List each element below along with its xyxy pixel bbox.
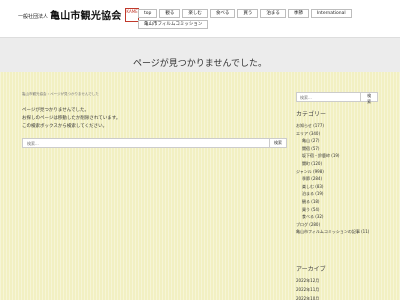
category-list: お知らせ (177) エリア (340) 亀山 (27) 関宿 (57) 坂下宿・鈴鹿峠… [296, 122, 369, 236]
main-search-button[interactable]: 検索 [270, 138, 287, 148]
main-nav: top 観る 楽しむ 食べる 買う 泊まる 季節 International [138, 9, 354, 18]
sidebar-search-input[interactable] [296, 92, 362, 102]
message-line: お探しのページは移動したか削除されています。 [22, 116, 121, 121]
nav-item-row1-2[interactable]: 楽しむ [182, 9, 208, 18]
sidebar-search-form: 検索 [296, 92, 378, 104]
nav-item-row1-6[interactable]: 季節 [287, 9, 309, 18]
category-item[interactable]: 観る (18) [296, 198, 369, 206]
org-type-label: 一般社団法人 [18, 13, 49, 20]
message-line: この検索ボックスから検索してください。 [22, 124, 108, 129]
nav-item-row2-0[interactable]: 亀山市フィルムコミッション [138, 20, 209, 29]
category-item[interactable]: 関町 (120) [296, 160, 369, 168]
nav-item-row1-7[interactable]: International [310, 9, 352, 18]
main-search-input[interactable] [22, 138, 270, 148]
category-item[interactable]: エリア (340) [296, 130, 369, 138]
archive-item[interactable]: 2022年12月 [296, 276, 319, 285]
category-item[interactable]: ブログ (280) [296, 221, 369, 229]
category-item[interactable]: 亀山 (27) [296, 137, 369, 145]
org-name: 亀山市観光協会 [50, 11, 122, 22]
category-item[interactable]: 関宿 (57) [296, 145, 369, 153]
nav-item-row1-0[interactable]: top [138, 9, 158, 18]
nav-item-row1-1[interactable]: 観る [159, 9, 181, 18]
category-item[interactable]: 季節 (284) [296, 175, 369, 183]
category-heading: カテゴリー [296, 111, 327, 118]
category-item[interactable]: ジャンル (998) [296, 168, 369, 176]
nav-item-row1-5[interactable]: 泊まる [260, 9, 286, 18]
nav-item-row1-3[interactable]: 食べる [209, 9, 236, 18]
archive-item[interactable]: 2022年11月 [296, 285, 319, 294]
site-logo[interactable]: 一般社団法人 亀山市観光協会 KAMEYAMA [18, 7, 140, 22]
nav-item-row1-4[interactable]: 買う [237, 9, 259, 18]
archive-list: 2022年12月 2022年11月 2022年10月 [296, 276, 319, 300]
category-item[interactable]: 食べる (32) [296, 213, 369, 221]
category-item[interactable]: 買う (54) [296, 206, 369, 214]
sub-nav: 亀山市フィルムコミッション [138, 20, 210, 29]
site-header: 一般社団法人 亀山市観光協会 KAMEYAMA top観る楽しむ食べる買う泊まる… [0, 0, 400, 37]
main-search-form: 検索 [22, 138, 287, 148]
archive-heading: アーカイブ [296, 266, 326, 273]
category-item[interactable]: 楽しむ (83) [296, 183, 369, 191]
sidebar-search-button[interactable]: 検索 [361, 92, 378, 104]
archive-item[interactable]: 2022年10月 [296, 294, 319, 300]
category-item[interactable]: お知らせ (177) [296, 122, 369, 130]
message-line: ページが見つかりませんでした。 [22, 108, 90, 113]
category-item[interactable]: 坂下宿・鈴鹿峠 (19) [296, 152, 369, 160]
category-item[interactable]: 泊まる (19) [296, 190, 369, 198]
category-item[interactable]: 亀山市フィルムコミッションの記事 (11) [296, 228, 369, 236]
breadcrumb[interactable]: 亀山市観光協会 › ページが見つかりませんでした [22, 92, 99, 97]
page-title: ページが見つかりませんでした。 [132, 59, 268, 69]
not-found-message: ページが見つかりませんでした。 お探しのページは移動したか削除されています。 こ… [22, 107, 272, 131]
